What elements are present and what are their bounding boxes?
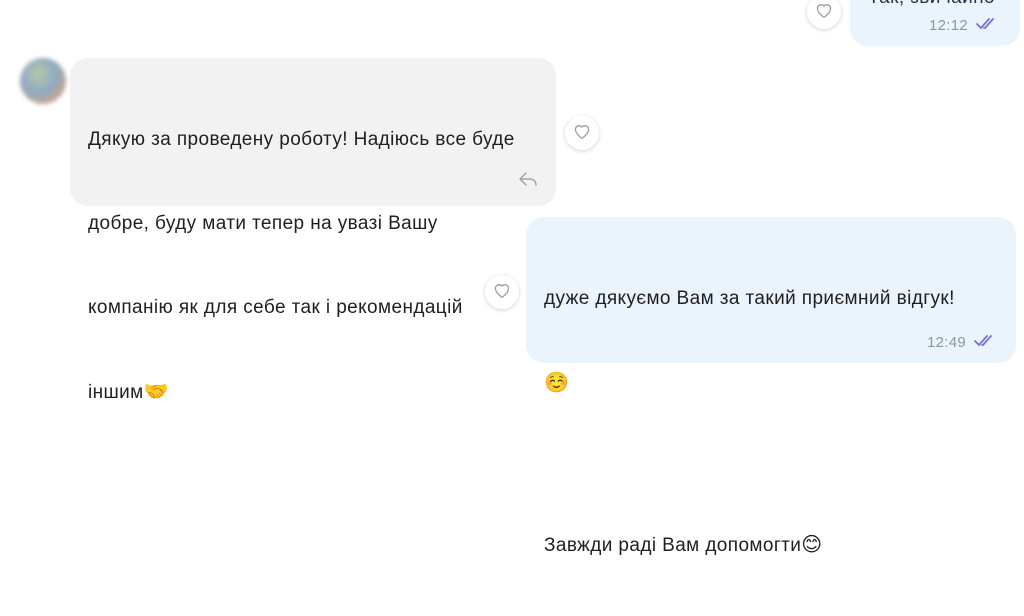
smiling-face-emoji: 😊 [801, 534, 823, 556]
like-button[interactable] [565, 116, 599, 150]
double-check-icon [976, 17, 998, 34]
heart-outline-icon [814, 1, 834, 24]
message-line: Завжди раді Вам допомогти😊 [544, 531, 955, 560]
message-body: Дякую за проведену роботу! Надіюсь все б… [88, 70, 515, 463]
message-line: компанію як для себе так і рекомендацій [88, 297, 463, 318]
message-body: дуже дякуємо Вам за такий приємний відгу… [544, 229, 955, 616]
message-time: 12:49 [926, 334, 966, 351]
message-meta: 12:49 [927, 334, 996, 351]
double-check-icon [974, 334, 996, 351]
message-line: добре, буду мати тепер на увазі Вашу [88, 213, 438, 234]
like-button[interactable] [485, 275, 519, 309]
heart-outline-icon [572, 122, 592, 145]
outgoing-message-top[interactable]: Так, звичайно 12:12 [850, 0, 1020, 46]
incoming-message[interactable]: Дякую за проведену роботу! Надіюсь все б… [70, 58, 556, 403]
message-meta: 12:12 [929, 17, 998, 34]
message-line-text: Завжди раді Вам допомогти [544, 535, 802, 556]
message-line: іншим🤝 [88, 378, 515, 407]
message-time: 12:12 [928, 17, 968, 34]
reply-arrow-icon [518, 172, 538, 191]
like-button[interactable] [807, 0, 841, 29]
handshake-emoji: 🤝 [143, 381, 169, 403]
heart-outline-icon [492, 281, 512, 304]
smiling-emoji: ☺️ [544, 372, 570, 394]
outgoing-message[interactable]: дуже дякуємо Вам за такий приємний відгу… [526, 217, 1016, 556]
message-line: дуже дякуємо Вам за такий приємний відгу… [544, 288, 955, 309]
reply-button[interactable] [518, 171, 538, 192]
message-line: Дякую за проведену роботу! Надіюсь все б… [88, 129, 515, 150]
avatar[interactable] [20, 58, 66, 104]
message-text: Так, звичайно [868, 0, 995, 12]
message-line-text: іншим [88, 382, 144, 403]
